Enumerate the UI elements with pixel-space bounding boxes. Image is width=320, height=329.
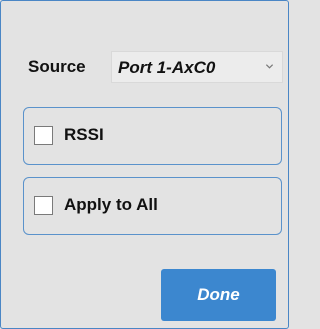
apply-to-all-label[interactable]: Apply to All (64, 195, 158, 215)
source-row: Source Port 1-AxC0 (28, 51, 286, 85)
rssi-option-group: RSSI (23, 107, 282, 165)
source-dropdown[interactable]: Port 1-AxC0 (111, 51, 283, 83)
done-button[interactable]: Done (161, 269, 276, 321)
rssi-label[interactable]: RSSI (64, 125, 104, 145)
source-label: Source (28, 57, 86, 76)
chevron-down-icon (265, 64, 274, 69)
apply-to-all-option-group: Apply to All (23, 177, 282, 235)
apply-to-all-checkbox[interactable] (34, 196, 53, 215)
source-selected-value: Port 1-AxC0 (118, 58, 216, 77)
rssi-checkbox[interactable] (34, 126, 53, 145)
settings-panel: Source Port 1-AxC0 RSSI Apply to All Don… (0, 0, 289, 329)
